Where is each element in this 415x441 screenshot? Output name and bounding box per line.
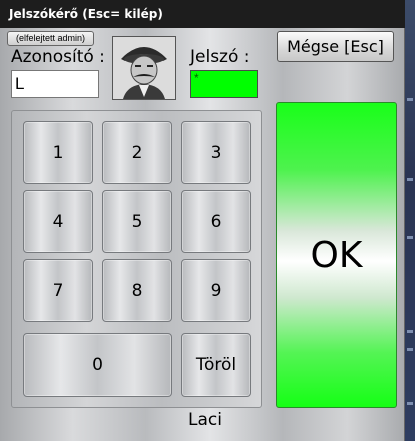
forgot-admin-button[interactable]: (elfelejtett admin): [7, 31, 94, 46]
user-label: Azonosító :: [11, 47, 105, 67]
current-user-name: Laci: [188, 410, 222, 430]
password-dialog: Jelszókérő (Esc= kilép) (elfelejtett adm…: [0, 0, 405, 441]
key-4[interactable]: 4: [23, 190, 93, 253]
numeric-keypad: 1 2 3 4 5 6 7 8 9 0 Töröl: [11, 110, 262, 408]
cancel-button[interactable]: Mégse [Esc]: [277, 31, 394, 62]
password-field[interactable]: *: [190, 70, 258, 98]
key-5[interactable]: 5: [102, 190, 172, 253]
window-title: Jelszókérő (Esc= kilép): [0, 0, 405, 28]
key-6[interactable]: 6: [181, 190, 251, 253]
key-8[interactable]: 8: [102, 259, 172, 322]
background-desktop-strip: [405, 0, 415, 441]
key-1[interactable]: 1: [23, 121, 93, 184]
user-avatar: [112, 36, 176, 100]
key-7[interactable]: 7: [23, 259, 93, 322]
delete-button[interactable]: Töröl: [181, 333, 251, 397]
ok-button[interactable]: OK: [276, 102, 397, 408]
password-label: Jelszó :: [190, 47, 250, 67]
key-9[interactable]: 9: [181, 259, 251, 322]
key-0[interactable]: 0: [23, 333, 172, 397]
key-3[interactable]: 3: [181, 121, 251, 184]
key-2[interactable]: 2: [102, 121, 172, 184]
user-photo-icon: [113, 37, 175, 99]
user-id-field[interactable]: L: [11, 70, 99, 98]
